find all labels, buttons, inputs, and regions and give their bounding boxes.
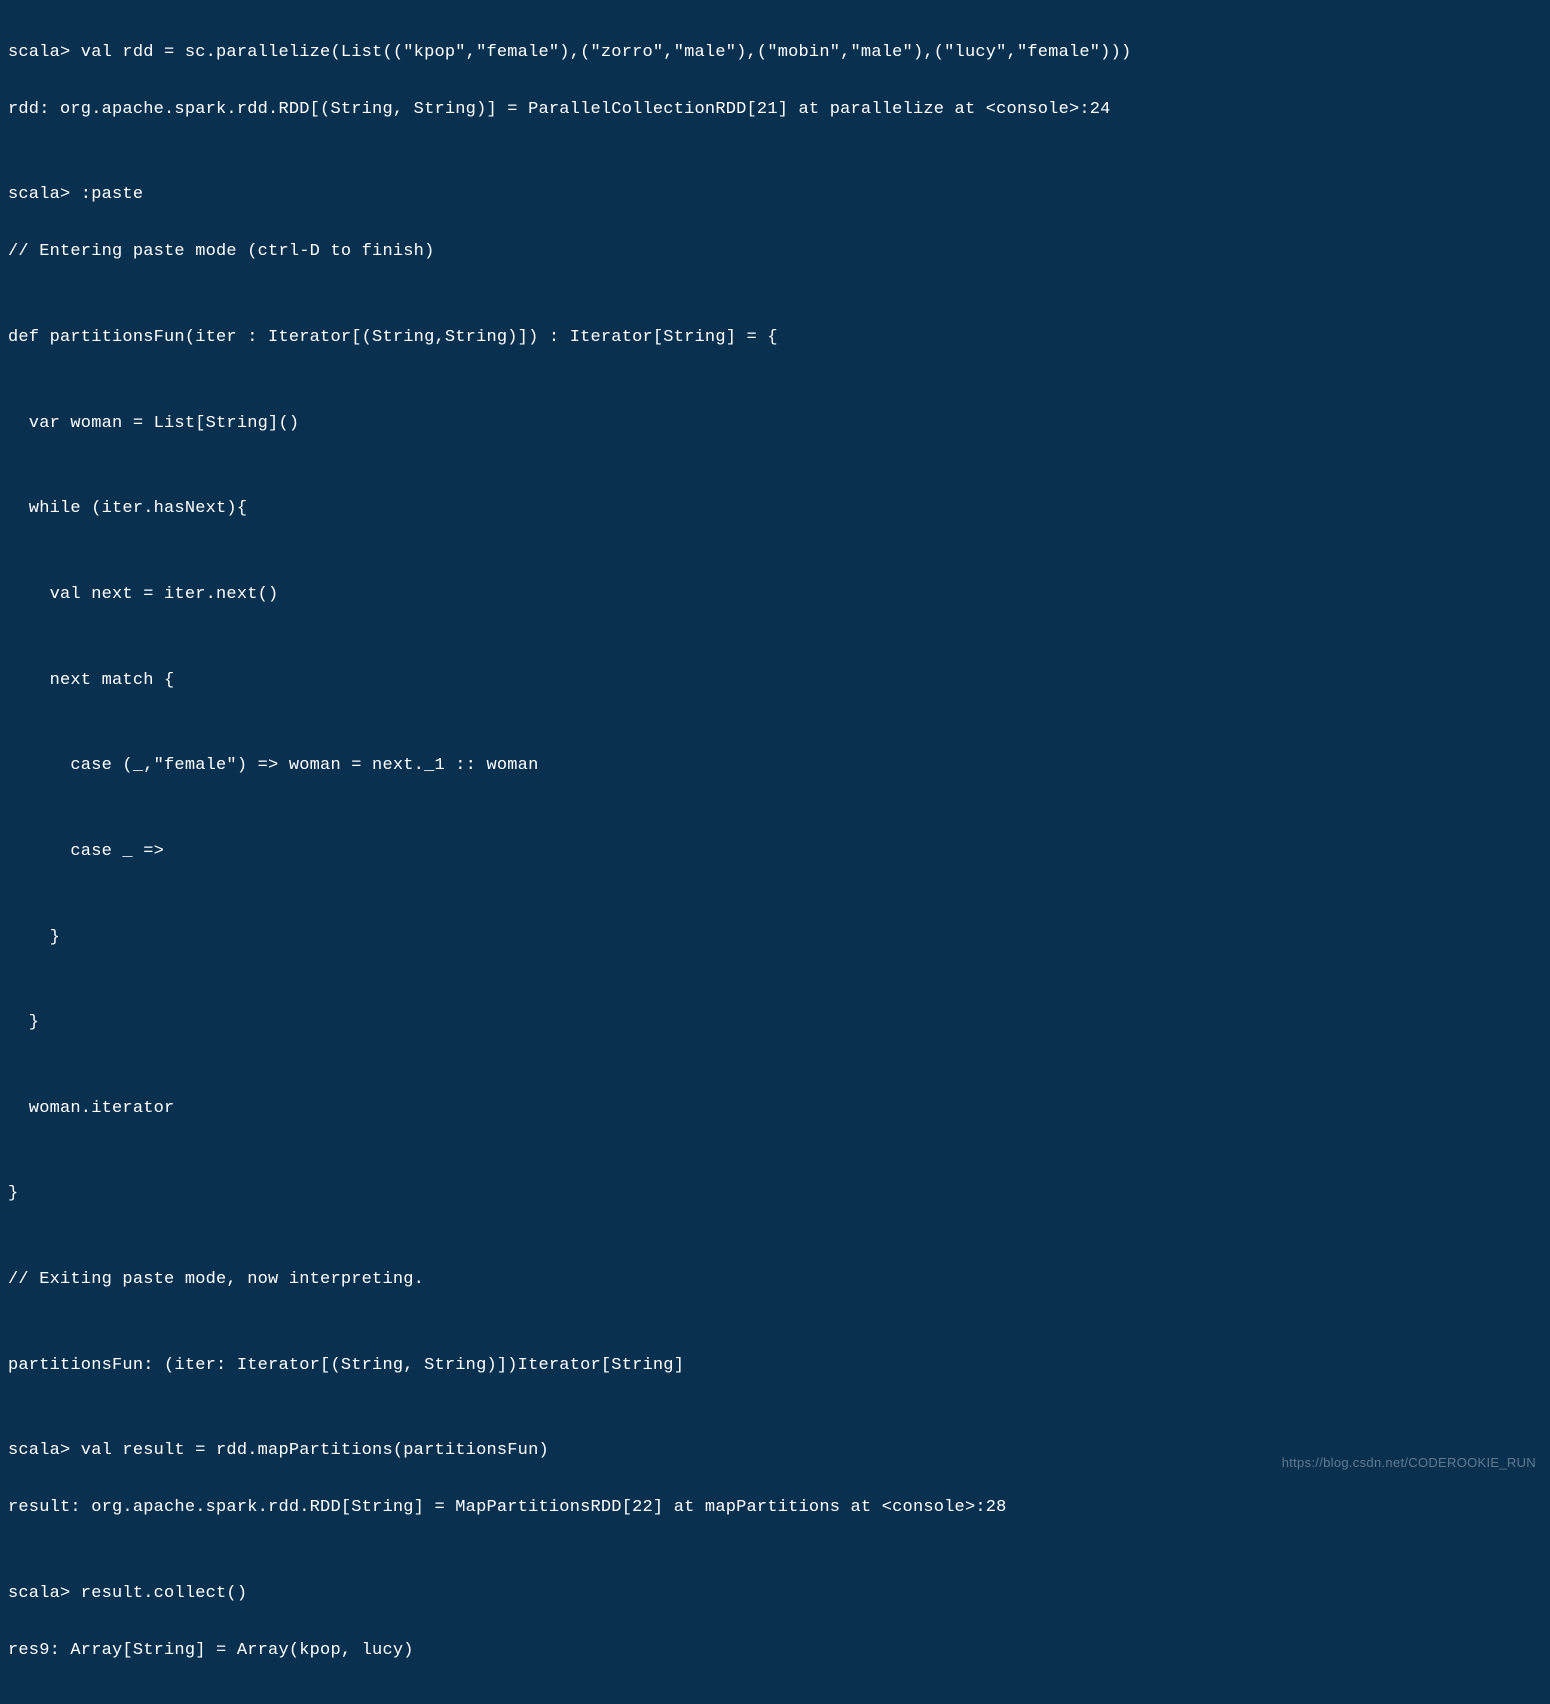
- terminal-line: scala> val rdd = sc.parallelize(List(("k…: [8, 39, 1542, 68]
- terminal-line: scala> :paste: [8, 181, 1542, 210]
- watermark-text: https://blog.csdn.net/CODEROOKIE_RUN: [1282, 1452, 1536, 1474]
- terminal-line: def partitionsFun(iter : Iterator[(Strin…: [8, 324, 1542, 353]
- terminal-line: }: [8, 924, 1542, 953]
- terminal-line: case _ =>: [8, 838, 1542, 867]
- terminal-line: // Exiting paste mode, now interpreting.: [8, 1266, 1542, 1295]
- terminal-line: scala> result.collect(): [8, 1580, 1542, 1609]
- terminal-output: scala> val rdd = sc.parallelize(List(("k…: [0, 0, 1550, 1704]
- terminal-line: partitionsFun: (iter: Iterator[(String, …: [8, 1352, 1542, 1381]
- terminal-line: }: [8, 1009, 1542, 1038]
- terminal-line: result: org.apache.spark.rdd.RDD[String]…: [8, 1494, 1542, 1523]
- terminal-line: next match {: [8, 667, 1542, 696]
- terminal-line: while (iter.hasNext){: [8, 495, 1542, 524]
- terminal-line: }: [8, 1180, 1542, 1209]
- terminal-line: var woman = List[String](): [8, 410, 1542, 439]
- terminal-line: val next = iter.next(): [8, 581, 1542, 610]
- terminal-line: res9: Array[String] = Array(kpop, lucy): [8, 1637, 1542, 1666]
- terminal-line: rdd: org.apache.spark.rdd.RDD[(String, S…: [8, 96, 1542, 125]
- terminal-line: // Entering paste mode (ctrl-D to finish…: [8, 238, 1542, 267]
- terminal-line: woman.iterator: [8, 1095, 1542, 1124]
- terminal-line: case (_,"female") => woman = next._1 :: …: [8, 752, 1542, 781]
